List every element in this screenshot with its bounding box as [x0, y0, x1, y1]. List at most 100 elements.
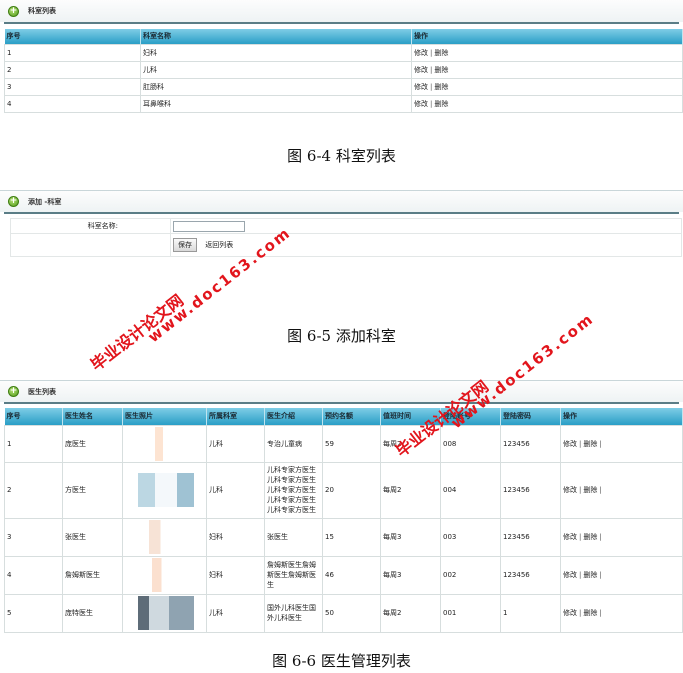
plus-icon: + [8, 386, 19, 397]
column-header: 登陆密码 [500, 408, 561, 425]
action-separator: | [599, 609, 602, 617]
doctor-duty: 每周3 [380, 517, 441, 557]
edit-link[interactable]: 修改 [563, 609, 577, 617]
doctor-photo [137, 473, 194, 507]
doctor-intro: 儿科专家方医生儿科专家方医生儿科专家方医生儿科专家方医生儿科专家方医生 [264, 461, 323, 519]
doctor-quota: 20 [322, 461, 381, 519]
photo-cell [122, 593, 207, 633]
doctor-list-header: + 医生列表 [0, 380, 683, 402]
row-id: 5 [4, 593, 63, 633]
table-row: 1 妇科 修改 | 删除 [4, 43, 683, 62]
doctor-photo [137, 558, 194, 592]
doctor-dept: 儿科 [206, 461, 265, 519]
row-actions: 修改 | 删除 [411, 94, 683, 113]
photo-cell [122, 517, 207, 557]
column-header: 医生照片 [122, 408, 207, 425]
divider [4, 22, 679, 24]
doctor-list-title: 医生列表 [28, 387, 56, 396]
row-id: 2 [4, 60, 141, 79]
delete-link[interactable]: 删除 [434, 83, 448, 91]
doctor-name: 庞特医生 [62, 593, 123, 633]
divider [4, 402, 679, 404]
dept-list-title: 科室列表 [28, 7, 56, 15]
doctor-name: 方医生 [62, 461, 123, 519]
doctor-password: 1 [500, 593, 561, 633]
doctor-photo [137, 520, 194, 554]
doctor-account: 003 [440, 517, 501, 557]
row-id: 3 [4, 517, 63, 557]
edit-link[interactable]: 修改 [563, 486, 577, 494]
plus-icon: + [8, 5, 19, 17]
delete-link[interactable]: 删除 [583, 440, 597, 448]
column-header: 科室名称 [140, 29, 412, 44]
doctor-password: 123456 [500, 555, 561, 595]
delete-link[interactable]: 删除 [583, 609, 597, 617]
doctor-name: 庞医生 [62, 424, 123, 463]
dept-name: 肛肠科 [140, 77, 412, 96]
doctor-intro: 国外儿科医生国外儿科医生 [264, 593, 323, 633]
photo-cell [122, 555, 207, 595]
column-header: 医生姓名 [62, 408, 123, 425]
doctor-account: 001 [440, 593, 501, 633]
row-id: 4 [4, 94, 141, 113]
doctor-intro: 张医生 [264, 517, 323, 557]
photo-cell [122, 461, 207, 519]
column-header: 序号 [4, 408, 63, 425]
delete-link[interactable]: 删除 [434, 66, 448, 74]
table-row: 3 张医生 妇科 张医生 15 每周3 003 123456 修改 | 删除 | [4, 517, 683, 557]
doctor-password: 123456 [500, 517, 561, 557]
table-header-row: 序号 科室名称 操作 [4, 29, 683, 44]
save-button[interactable]: 保存 [173, 238, 197, 252]
photo-cell [122, 424, 207, 463]
back-to-list-link[interactable]: 返回列表 [205, 241, 233, 249]
doctor-quota: 59 [322, 424, 381, 463]
table-row: 4 耳鼻喉科 修改 | 删除 [4, 94, 683, 113]
doctor-intro: 詹姆斯医生詹姆斯医生詹姆斯医生 [264, 555, 323, 595]
row-actions: 修改 | 删除 [411, 60, 683, 79]
edit-link[interactable]: 修改 [414, 66, 428, 74]
row-actions: 修改 | 删除 | [560, 424, 683, 463]
column-header: 预约名额 [322, 408, 381, 425]
figure-caption: 图 6-6 医生管理列表 [272, 652, 411, 670]
edit-link[interactable]: 修改 [563, 440, 577, 448]
table-row: 2 儿科 修改 | 删除 [4, 60, 683, 79]
dept-name-label: 科室名称: [10, 218, 171, 234]
doctor-intro: 专治儿童病 [264, 424, 323, 463]
table-row: 4 詹姆斯医生 妇科 詹姆斯医生詹姆斯医生詹姆斯医生 46 每周3 002 123456 修改 |… [4, 555, 683, 595]
divider [4, 212, 679, 214]
doctor-quota: 50 [322, 593, 381, 633]
edit-link[interactable]: 修改 [563, 533, 577, 541]
dept-name-input[interactable] [173, 220, 245, 232]
column-header: 序号 [4, 29, 141, 44]
dept-table: 序号 科室名称 操作 1 妇科 修改 | 删除 2 儿科 修改 | 删除 3 肛肠科 修改 | 删除 4 耳鼻喉… [4, 29, 683, 113]
table-header-row: 序号 医生姓名 医生照片 所属科室 医生介绍 预约名额 值班时间 登陆账号 登陆密码 操作 [4, 408, 683, 425]
row-actions: 修改 | 删除 | [560, 517, 683, 557]
delete-link[interactable]: 删除 [583, 486, 597, 494]
row-actions: 修改 | 删除 | [560, 555, 683, 595]
row-id: 1 [4, 424, 63, 463]
delete-link[interactable]: 删除 [434, 49, 448, 57]
table-row: 1 庞医生 儿科 专治儿童病 59 每周2 008 123456 修改 | 删除 | [4, 424, 683, 463]
doctor-duty: 每周2 [380, 461, 441, 519]
row-id: 1 [4, 43, 141, 62]
doctor-password: 123456 [500, 424, 561, 463]
row-actions: 修改 | 删除 [411, 77, 683, 96]
dept-name: 妇科 [140, 43, 412, 62]
edit-link[interactable]: 修改 [414, 83, 428, 91]
doctor-table: 序号 医生姓名 医生照片 所属科室 医生介绍 预约名额 值班时间 登陆账号 登陆密码 操作 1 庞医… [4, 408, 683, 633]
table-row: 2 方医生 儿科 儿科专家方医生儿科专家方医生儿科专家方医生儿科专家方医生儿科专家方医… [4, 461, 683, 519]
edit-link[interactable]: 修改 [563, 571, 577, 579]
doctor-list-panel: + 医生列表 序号 医生姓名 医生照片 所属科室 医生介绍 预约名额 值班时间 登陆账号 登陆密… [0, 380, 683, 633]
edit-link[interactable]: 修改 [414, 100, 428, 108]
delete-link[interactable]: 删除 [583, 533, 597, 541]
doctor-dept: 儿科 [206, 593, 265, 633]
table-row: 5 庞特医生 儿科 国外儿科医生国外儿科医生 50 每周2 001 1 修改 | 删除 | [4, 593, 683, 633]
add-dept-title: 添加 -科室 [28, 197, 62, 206]
doctor-duty: 每周2 [380, 593, 441, 633]
delete-link[interactable]: 删除 [434, 100, 448, 108]
doctor-duty: 每周3 [380, 555, 441, 595]
delete-link[interactable]: 删除 [583, 571, 597, 579]
action-separator: | [599, 486, 602, 494]
edit-link[interactable]: 修改 [414, 49, 428, 57]
doctor-account: 008 [440, 424, 501, 463]
